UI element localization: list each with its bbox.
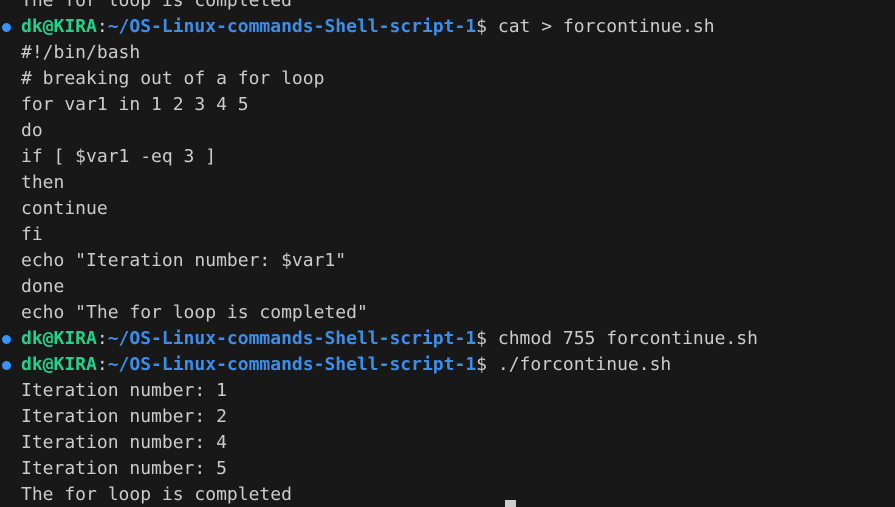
text-cursor — [505, 500, 516, 507]
prompt-line: dk@KIRA:~/OS-Linux-commands-Shell-script… — [0, 14, 895, 40]
script-line: echo "Iteration number: $var1" — [0, 248, 895, 274]
output-text: Iteration number: 4 — [21, 432, 227, 453]
command-text: chmod 755 forcontinue.sh — [497, 328, 758, 349]
script-line: then — [0, 170, 895, 196]
prompt-user: dk@KIRA — [21, 354, 97, 375]
prompt-path: ~/OS-Linux-commands-Shell-script-1 — [107, 16, 477, 37]
prompt-user: dk@KIRA — [21, 16, 97, 37]
output-line: Iteration number: 5 — [0, 456, 895, 482]
output-text: Iteration number: 2 — [21, 406, 227, 427]
output-text: Iteration number: 5 — [21, 458, 227, 479]
script-line: do — [0, 118, 895, 144]
command-decoration-icon[interactable] — [2, 23, 11, 32]
script-text: #!/bin/bash — [21, 42, 141, 63]
prompt-separator: : — [96, 16, 108, 37]
prompt-user: dk@KIRA — [21, 328, 97, 349]
output-text: Iteration number: 1 — [21, 380, 227, 401]
output-line: Iteration number: 2 — [0, 404, 895, 430]
script-text: fi — [21, 224, 43, 245]
script-text: do — [21, 120, 43, 141]
command-text: ./forcontinue.sh — [497, 354, 672, 375]
output-line: The for loop is completed — [0, 482, 895, 507]
script-line: fi — [0, 222, 895, 248]
output-text: The for loop is completed — [21, 484, 292, 505]
script-text: continue — [21, 198, 108, 219]
script-text: then — [21, 172, 65, 193]
prompt-line: dk@KIRA:~/OS-Linux-commands-Shell-script… — [0, 352, 895, 378]
prompt-separator: : — [96, 354, 108, 375]
prompt-path: ~/OS-Linux-commands-Shell-script-1 — [107, 354, 477, 375]
output-text: The for loop is completed — [21, 0, 292, 11]
script-line: done — [0, 274, 895, 300]
script-line: if [ $var1 -eq 3 ] — [0, 144, 895, 170]
script-line: echo "The for loop is completed" — [0, 300, 895, 326]
command-decoration-icon[interactable] — [2, 361, 11, 370]
script-text: if [ $var1 -eq 3 ] — [21, 146, 217, 167]
script-line: for var1 in 1 2 3 4 5 — [0, 92, 895, 118]
script-text: done — [21, 276, 65, 297]
terminal-panel[interactable]: The for loop is completed dk@KIRA:~/OS-L… — [0, 0, 895, 507]
prompt-separator: : — [96, 328, 108, 349]
command-decoration-icon[interactable] — [2, 335, 11, 344]
prompt-line: dk@KIRA:~/OS-Linux-commands-Shell-script… — [0, 326, 895, 352]
prompt-symbol: $ — [476, 16, 498, 37]
script-line: continue — [0, 196, 895, 222]
script-text: for var1 in 1 2 3 4 5 — [21, 94, 249, 115]
output-line: Iteration number: 4 — [0, 430, 895, 456]
script-text: # breaking out of a for loop — [21, 68, 325, 89]
prompt-symbol: $ — [476, 328, 498, 349]
command-text: cat > forcontinue.sh — [497, 16, 715, 37]
script-line: # breaking out of a for loop — [0, 66, 895, 92]
script-text: echo "Iteration number: $var1" — [21, 250, 347, 271]
prompt-path: ~/OS-Linux-commands-Shell-script-1 — [107, 328, 477, 349]
script-line: #!/bin/bash — [0, 40, 895, 66]
terminal-line: The for loop is completed — [0, 0, 895, 14]
script-text: echo "The for loop is completed" — [21, 302, 368, 323]
terminal-output: The for loop is completed dk@KIRA:~/OS-L… — [0, 0, 895, 507]
output-line: Iteration number: 1 — [0, 378, 895, 404]
prompt-symbol: $ — [476, 354, 498, 375]
